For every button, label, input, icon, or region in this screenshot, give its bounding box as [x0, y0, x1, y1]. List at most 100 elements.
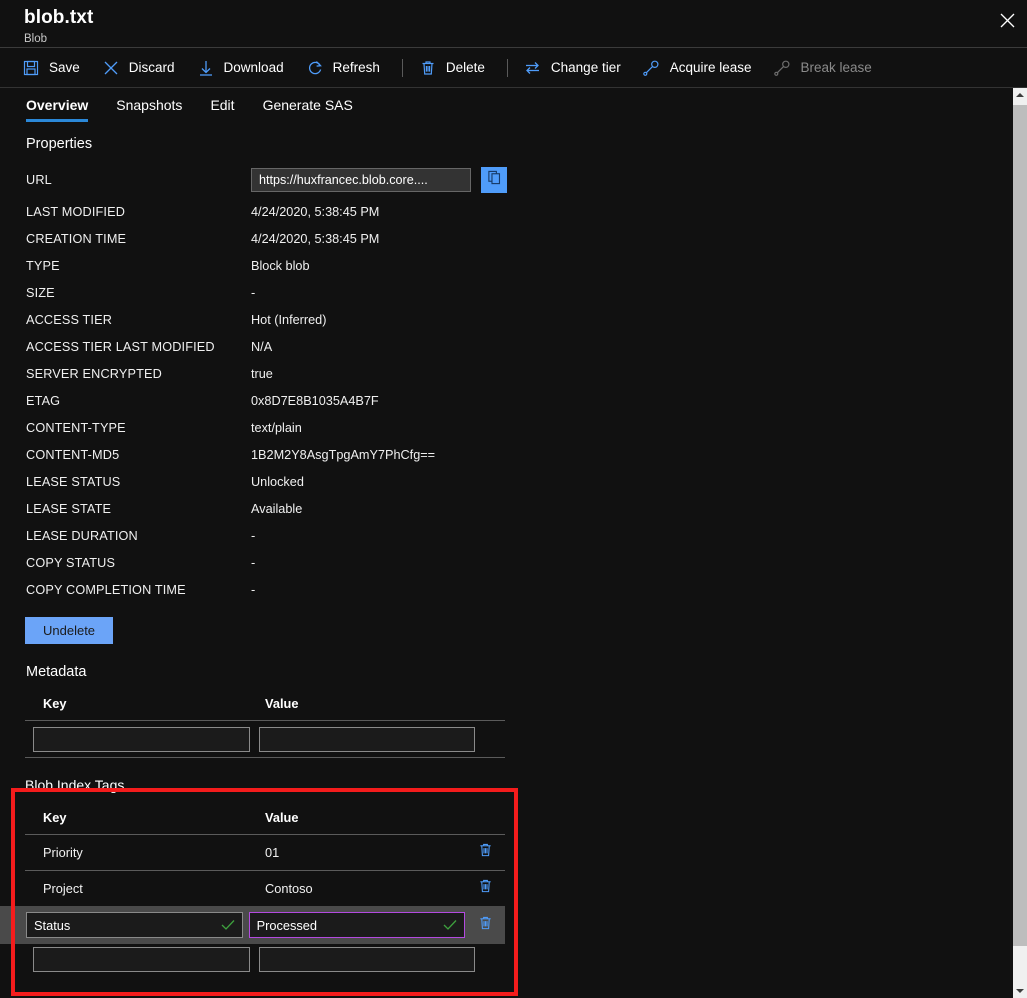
tags-column-key: Key	[25, 810, 257, 825]
delete-tag-button[interactable]	[467, 915, 505, 936]
table-row-editing	[0, 906, 505, 944]
property-row: LEASE DURATION -	[0, 522, 1013, 549]
tab-snapshots[interactable]: Snapshots	[116, 96, 182, 122]
page-title: blob.txt	[24, 6, 1027, 30]
download-button[interactable]: Download	[193, 52, 294, 84]
tag-key: Project	[25, 881, 257, 896]
url-input[interactable]: https://huxfrancec.blob.core....	[251, 168, 471, 192]
tab-bar: Overview Snapshots Edit Generate SAS	[0, 88, 1027, 122]
tag-key: Priority	[25, 845, 257, 860]
blob-index-tags-section: Blob Index Tags Key Value Priority 01	[0, 758, 1013, 974]
scroll-down-button[interactable]	[1013, 984, 1027, 998]
property-row: LEASE STATE Available	[0, 495, 1013, 522]
tab-overview[interactable]: Overview	[26, 96, 88, 122]
tab-edit[interactable]: Edit	[210, 96, 234, 122]
vertical-scrollbar[interactable]	[1013, 88, 1027, 998]
property-row: COPY STATUS -	[0, 549, 1013, 576]
discard-label: Discard	[129, 60, 175, 76]
property-key: TYPE	[26, 257, 251, 275]
save-label: Save	[49, 60, 80, 76]
download-label: Download	[224, 60, 284, 76]
new-tag-value-input[interactable]	[259, 947, 475, 972]
acquire-lease-button[interactable]: Acquire lease	[639, 52, 762, 84]
property-value: 4/24/2020, 5:38:45 PM	[251, 230, 379, 248]
property-row: ETAG 0x8D7E8B1035A4B7F	[0, 387, 1013, 414]
delete-tag-button[interactable]	[465, 878, 505, 899]
delete-label: Delete	[446, 60, 485, 76]
property-value: true	[251, 365, 273, 383]
property-row: COPY COMPLETION TIME -	[0, 576, 1013, 603]
break-lease-button: Break lease	[770, 52, 882, 84]
properties-list: LAST MODIFIED 4/24/2020, 5:38:45 PM CREA…	[0, 198, 1013, 603]
refresh-button[interactable]: Refresh	[302, 52, 390, 84]
metadata-key-input[interactable]	[33, 727, 250, 752]
property-row: CONTENT-TYPE text/plain	[0, 414, 1013, 441]
property-row: SIZE -	[0, 279, 1013, 306]
delete-button[interactable]: Delete	[415, 52, 495, 84]
undelete-button[interactable]: Undelete	[25, 617, 113, 644]
property-row: CREATION TIME 4/24/2020, 5:38:45 PM	[0, 225, 1013, 252]
tag-key-field[interactable]	[26, 912, 243, 938]
property-row: CONTENT-MD5 1B2M2Y8AsgTpgAmY7PhCfg==	[0, 441, 1013, 468]
property-key: COPY COMPLETION TIME	[26, 581, 251, 599]
property-value: -	[251, 284, 255, 302]
blade-content: Properties URL https://huxfrancec.blob.c…	[0, 122, 1013, 974]
toolbar-divider	[402, 59, 403, 77]
property-value: Hot (Inferred)	[251, 311, 326, 329]
tag-value-input[interactable]	[250, 913, 440, 937]
undelete-button-wrap: Undelete	[0, 603, 1013, 650]
metadata-heading: Metadata	[0, 650, 1013, 690]
acquire-lease-label: Acquire lease	[670, 60, 752, 76]
refresh-label: Refresh	[333, 60, 380, 76]
tab-generate-sas-label: Generate SAS	[263, 97, 353, 113]
save-button[interactable]: Save	[18, 52, 90, 84]
copy-url-button[interactable]	[481, 167, 507, 193]
blade-content-scroll-region: Properties URL https://huxfrancec.blob.c…	[0, 122, 1027, 998]
tag-key-input[interactable]	[27, 913, 218, 937]
tab-snapshots-label: Snapshots	[116, 97, 182, 113]
property-value: Unlocked	[251, 473, 304, 491]
toolbar-divider	[507, 59, 508, 77]
new-tag-key-input[interactable]	[33, 947, 250, 972]
blade-titlebar: blob.txt Blob	[0, 0, 1027, 48]
break-lease-label: Break lease	[801, 60, 872, 76]
property-key: LAST MODIFIED	[26, 203, 251, 221]
property-row: SERVER ENCRYPTED true	[0, 360, 1013, 387]
discard-x-icon	[100, 59, 122, 77]
delete-tag-button[interactable]	[465, 842, 505, 863]
refresh-circular-arrow-icon	[304, 59, 326, 77]
tab-overview-label: Overview	[26, 97, 88, 113]
table-row: Priority 01	[0, 835, 505, 870]
property-value: -	[251, 554, 255, 572]
key-icon	[641, 59, 663, 77]
save-icon	[20, 59, 42, 77]
tab-generate-sas[interactable]: Generate SAS	[263, 96, 353, 122]
property-row: LEASE STATUS Unlocked	[0, 468, 1013, 495]
scrollbar-thumb[interactable]	[1013, 105, 1027, 946]
close-blade-button[interactable]	[992, 5, 1022, 35]
tag-value-cell	[249, 912, 465, 938]
property-row: LAST MODIFIED 4/24/2020, 5:38:45 PM	[0, 198, 1013, 225]
discard-button[interactable]: Discard	[98, 52, 185, 84]
trash-icon	[478, 842, 493, 863]
blob-properties-blade: blob.txt Blob Save Discard	[0, 0, 1027, 998]
property-key: CREATION TIME	[26, 230, 251, 248]
metadata-column-key: Key	[25, 696, 257, 711]
download-arrow-icon	[195, 59, 217, 77]
property-row: TYPE Block blob	[0, 252, 1013, 279]
change-tier-button[interactable]: Change tier	[520, 52, 631, 84]
tags-column-value: Value	[257, 810, 505, 825]
property-key: ACCESS TIER LAST MODIFIED	[26, 338, 251, 356]
tag-value-field[interactable]	[249, 912, 465, 938]
copy-icon	[487, 170, 502, 190]
metadata-table-header: Key Value	[25, 690, 505, 720]
property-value: text/plain	[251, 419, 302, 437]
tab-edit-label: Edit	[210, 97, 234, 113]
property-key: URL	[26, 171, 251, 189]
scroll-up-button[interactable]	[1013, 88, 1027, 102]
metadata-value-input[interactable]	[259, 727, 475, 752]
property-key: LEASE DURATION	[26, 527, 251, 545]
metadata-column-value: Value	[257, 696, 505, 711]
property-key: SERVER ENCRYPTED	[26, 365, 251, 383]
checkmark-valid-icon	[440, 919, 460, 931]
